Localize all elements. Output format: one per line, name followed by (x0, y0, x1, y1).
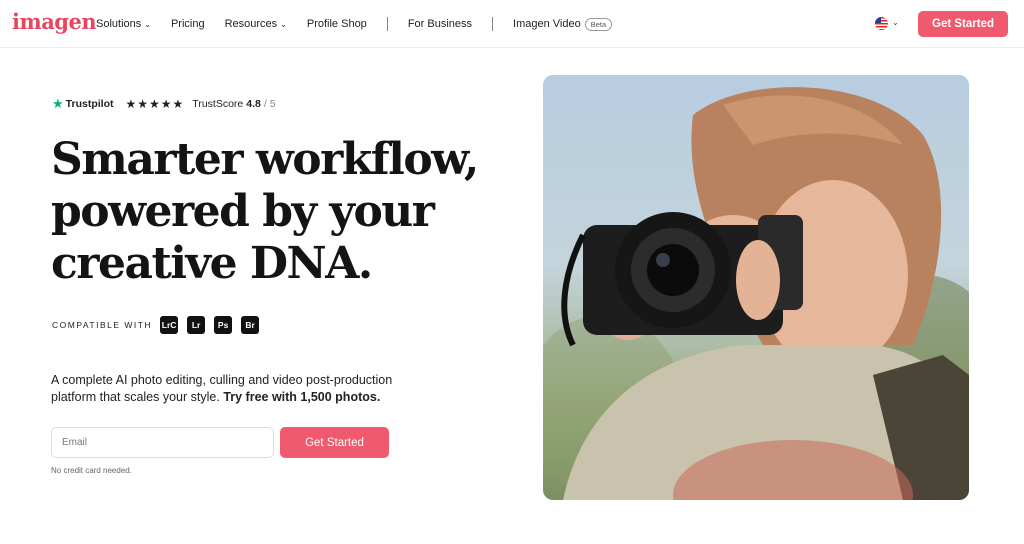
nav-solutions[interactable]: Solutions ⌄ (96, 18, 151, 30)
nav-divider (492, 17, 494, 31)
compatible-with: COMPATIBLE WITH LrC Lr Ps Br (52, 316, 268, 334)
nav-profile-shop-label: Profile Shop (306, 18, 367, 30)
headline-line: Smarter workflow, (51, 134, 479, 185)
nav-pricing[interactable]: Pricing (171, 18, 205, 30)
trustscore-label: TrustScore (192, 98, 244, 110)
chevron-down-icon: ⌄ (144, 19, 151, 29)
nav-links: Solutions ⌄ Pricing Resources ⌄ Profile … (96, 0, 632, 48)
nav-solutions-label: Solutions (96, 18, 142, 30)
nav-resources[interactable]: Resources ⌄ (225, 18, 287, 30)
photographer-illustration (543, 87, 969, 500)
lightroom-classic-icon: LrC (160, 316, 179, 334)
logo[interactable]: imagen (12, 9, 97, 34)
description-bold: Try free with 1,500 photos. (223, 390, 381, 404)
nav-imagen-video[interactable]: Imagen Video Beta (513, 17, 613, 31)
beta-badge: Beta (584, 17, 613, 31)
nav-resources-label: Resources (224, 18, 278, 30)
no-credit-card-note: No credit card needed. (51, 466, 132, 475)
headline-line: creative DNA. (51, 238, 373, 289)
headline-line: powered by your (51, 186, 435, 237)
trustscore-out-of: / 5 (263, 98, 276, 110)
bridge-icon: Br (241, 316, 260, 334)
top-nav: imagen Solutions ⌄ Pricing Resources ⌄ P… (0, 0, 1024, 48)
us-flag-icon[interactable] (875, 17, 888, 30)
compatible-label: COMPATIBLE WITH (52, 320, 153, 330)
chevron-down-icon: ⌄ (280, 19, 287, 29)
nav-pricing-label: Pricing (170, 18, 205, 30)
hero-headline: Smarter workflow, powered by your creati… (51, 134, 491, 290)
hero-photo (543, 75, 969, 500)
get-started-nav-button[interactable]: Get Started (918, 11, 1008, 37)
photoshop-icon: Ps (214, 316, 233, 334)
nav-divider (386, 17, 388, 31)
get-started-button[interactable]: Get Started (280, 427, 389, 458)
lightroom-icon: Lr (187, 316, 206, 334)
chevron-down-icon[interactable]: ⌄ (892, 18, 899, 27)
trustpilot-brand: Trustpilot (65, 98, 114, 110)
trustpilot-star-icon: ★ (52, 96, 64, 111)
nav-imagen-video-label: Imagen Video (513, 18, 581, 30)
hero-description: A complete AI photo editing, culling and… (51, 372, 431, 406)
nav-for-business[interactable]: For Business (408, 18, 472, 30)
trustscore-value: 4.8 (246, 98, 261, 110)
nav-profile-shop[interactable]: Profile Shop (307, 18, 367, 30)
rating-stars: ★★★★★ (125, 97, 185, 111)
nav-for-business-label: For Business (407, 18, 473, 30)
email-field[interactable] (51, 427, 274, 458)
trustpilot-rating[interactable]: ★ Trustpilot ★★★★★ TrustScore 4.8 / 5 (52, 96, 276, 112)
